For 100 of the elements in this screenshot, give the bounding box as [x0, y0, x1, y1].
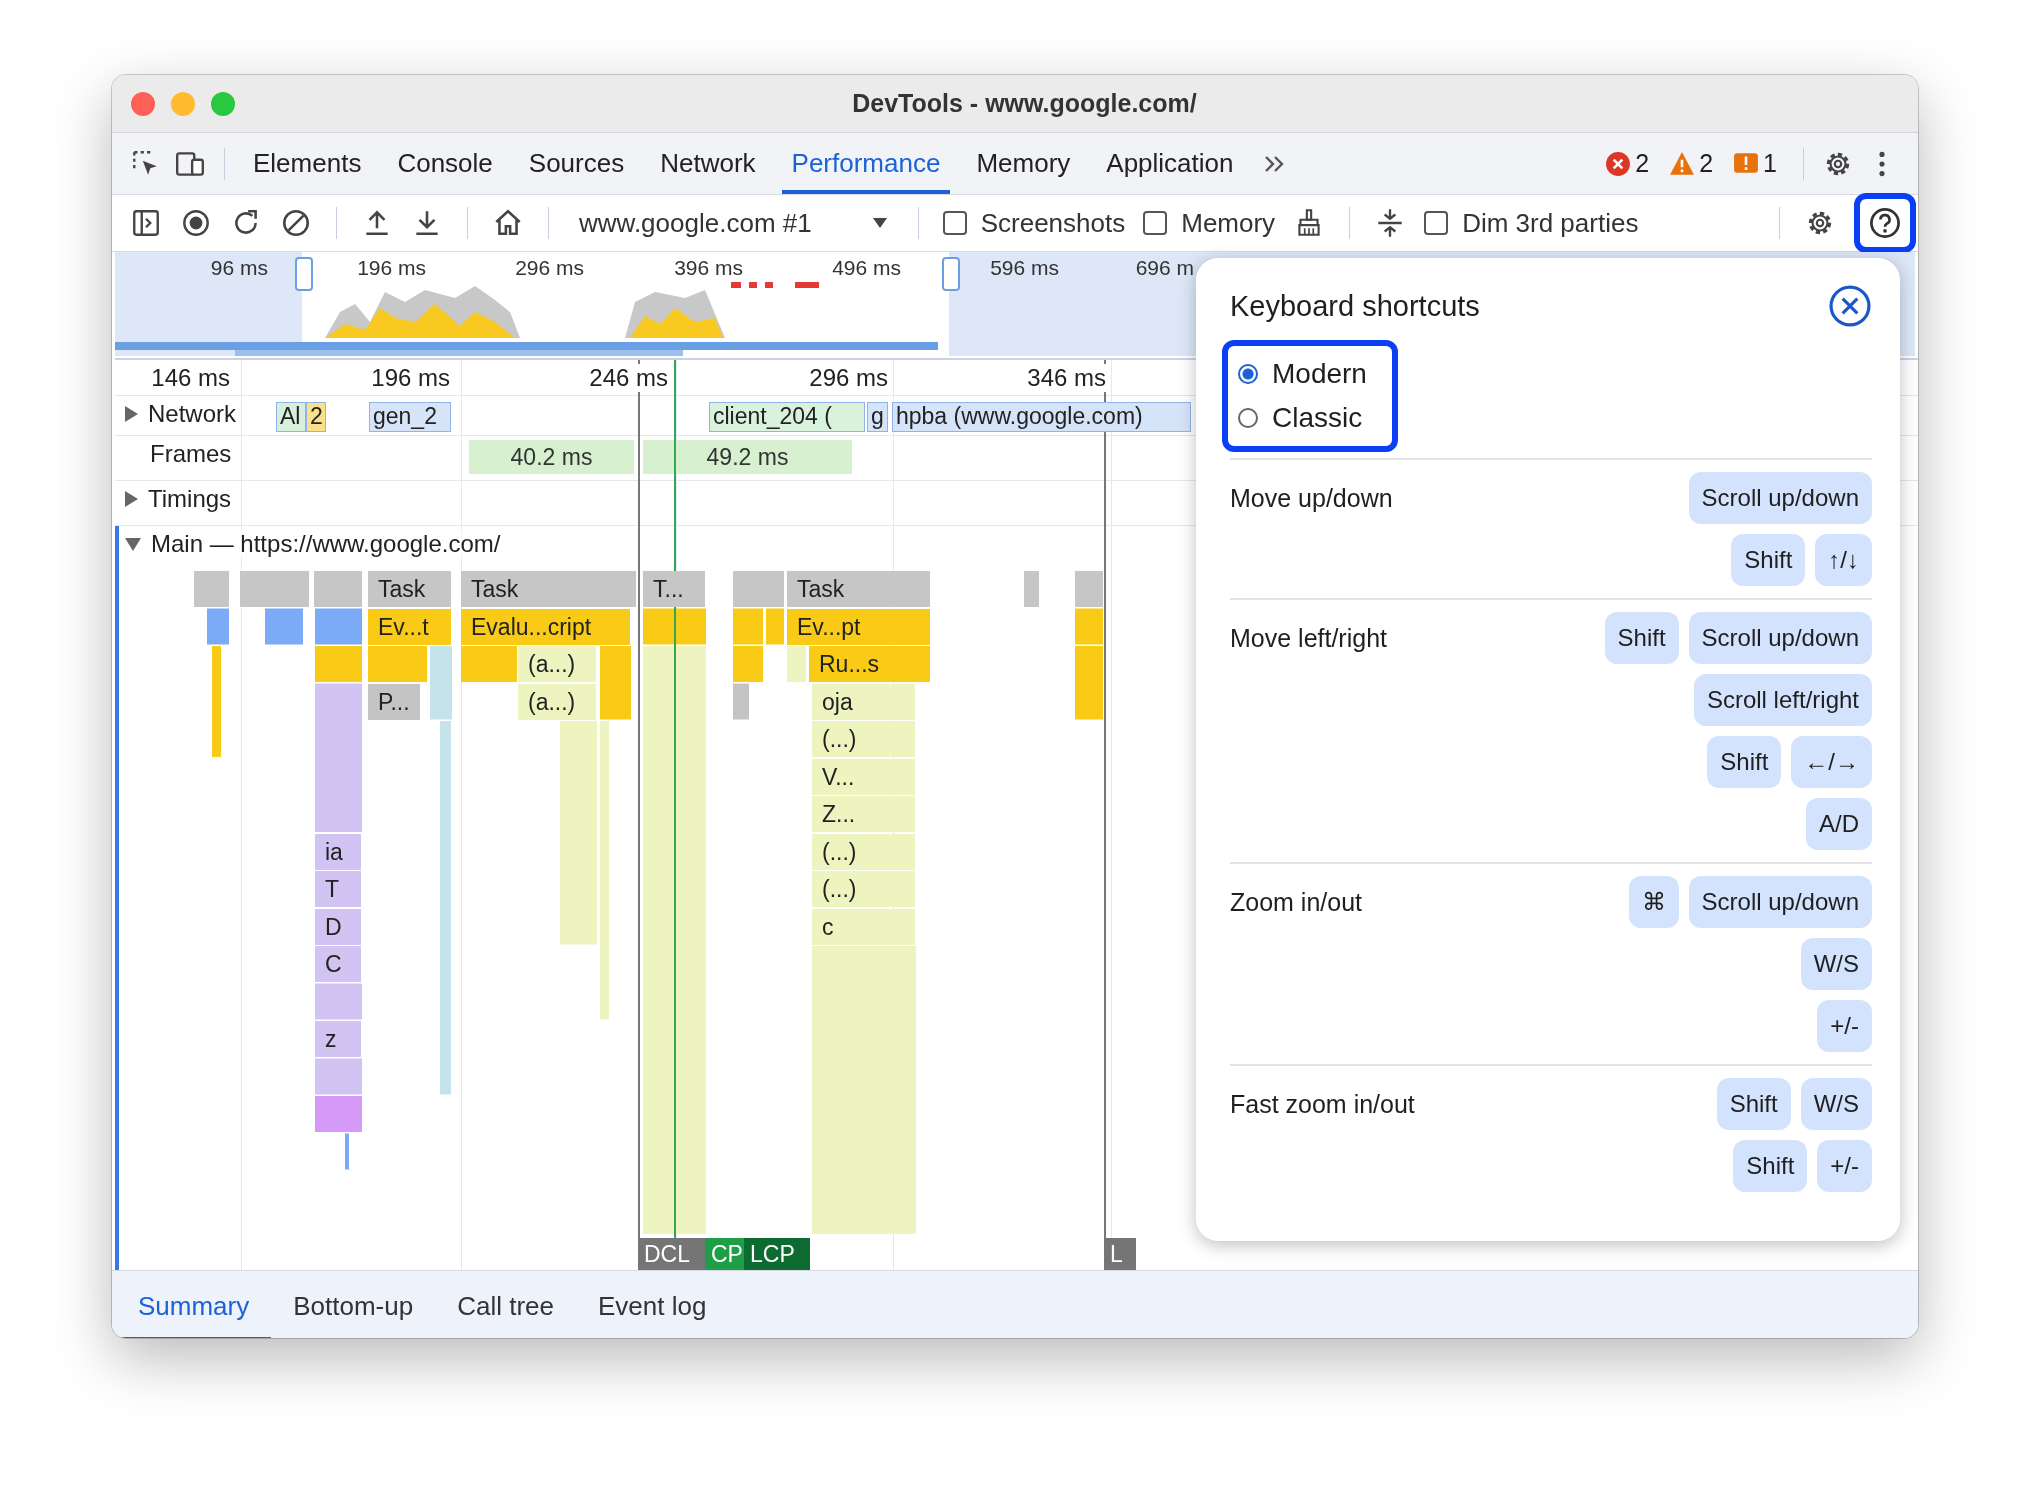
overview-tick-label: 596 ms [990, 256, 1059, 280]
key-label: ←/→ [1791, 736, 1872, 788]
flame-chart-entry[interactable]: Z... [812, 796, 915, 832]
flame-bar[interactable] [315, 983, 362, 1020]
details-tab[interactable]: Bottom-up [271, 1271, 436, 1338]
key-label: +/- [1817, 1140, 1872, 1192]
network-request-bar[interactable]: 2 [306, 402, 326, 432]
issue-count[interactable]: 1 [1763, 149, 1777, 178]
mode-radio[interactable]: Classic [1238, 396, 1392, 440]
shortcut-action: Move up/down [1230, 483, 1393, 514]
flame-bar[interactable] [643, 608, 706, 645]
flame-bar[interactable] [265, 608, 303, 645]
flame-chart-entry[interactable]: (a...) [518, 683, 596, 720]
flame-bar[interactable] [766, 608, 784, 645]
flame-bar[interactable] [345, 1133, 349, 1170]
panel-tab[interactable]: Memory [966, 133, 1081, 194]
sidebar-toggle-icon[interactable] [130, 207, 162, 239]
flame-chart-entry[interactable]: P... [368, 683, 420, 720]
flame-chart-entry[interactable]: Task [368, 571, 451, 607]
error-icon [1605, 150, 1632, 177]
flame-bar[interactable] [207, 608, 229, 645]
flame-bar[interactable] [643, 646, 706, 1234]
flame-chart-entry[interactable]: Ev...t [368, 608, 451, 645]
key-label: +/- [1817, 1000, 1872, 1052]
key-label: ⌘ [1628, 876, 1679, 928]
timing-marker[interactable]: DCL [638, 1238, 705, 1270]
key-label: ↑/↓ [1815, 534, 1872, 586]
panel-tab[interactable]: Sources [518, 133, 635, 194]
details-tab[interactable]: Summary [116, 1271, 272, 1338]
range-handle[interactable] [942, 257, 960, 291]
frame-bar[interactable]: 40.2 ms [469, 440, 634, 474]
issue-count[interactable]: 2 [1699, 149, 1714, 178]
flame-bar[interactable] [315, 1058, 362, 1095]
flame-chart-entry[interactable]: Ev...pt [787, 608, 930, 645]
flame-chart-entry[interactable]: (...) [812, 833, 915, 870]
minimize-window-button[interactable] [171, 91, 195, 116]
flame-chart-entry[interactable]: Task [787, 571, 930, 607]
flame-chart-entry[interactable]: Task [461, 571, 636, 607]
recording-select[interactable]: www.google.com #1 [573, 207, 894, 239]
panel-tab[interactable]: Console [387, 133, 503, 194]
flame-chart-entry[interactable]: T [315, 871, 361, 907]
details-tab[interactable]: Call tree [435, 1271, 577, 1338]
flame-chart-entry[interactable]: ia [315, 833, 361, 870]
flame-bar[interactable] [733, 608, 763, 645]
frame-bar[interactable]: 49.2 ms [643, 440, 852, 474]
flame-chart-entry[interactable]: (...) [812, 721, 915, 757]
checkbox-option[interactable]: Dim 3rd parties [1424, 207, 1639, 239]
key-label: Scroll up/down [1688, 876, 1872, 928]
network-request-bar[interactable]: client_204 ( [709, 402, 865, 432]
close-window-button[interactable] [131, 91, 155, 116]
key-label: Shift [1707, 736, 1782, 788]
network-request-bar[interactable]: g [867, 402, 888, 432]
flame-chart-entry[interactable]: (a...) [518, 646, 596, 682]
timing-marker[interactable]: LCP [744, 1238, 810, 1270]
shortcut-action: Move left/right [1230, 623, 1387, 654]
panel-tab[interactable]: Network [650, 133, 766, 194]
clear-icon[interactable] [280, 207, 312, 239]
overview-tick-label: 296 ms [515, 256, 584, 280]
network-request-bar[interactable]: gen_2 [369, 402, 451, 432]
help-button[interactable] [1854, 193, 1916, 253]
flame-bar[interactable] [1075, 608, 1103, 645]
key-label: Shift [1733, 1140, 1808, 1192]
shortcut-action: Zoom in/out [1230, 887, 1362, 918]
overview-tick-label: 96 ms [210, 256, 268, 280]
record-icon[interactable] [180, 207, 212, 239]
key-label: A/D [1806, 798, 1872, 850]
panel-tab[interactable]: Application [1096, 133, 1244, 194]
mode-radio[interactable]: Modern [1238, 352, 1392, 396]
warning-icon [1669, 150, 1696, 177]
overview-tick-label: 196 ms [357, 256, 426, 280]
flame-chart-entry[interactable]: C [315, 946, 361, 982]
network-request-bar[interactable]: hpba (www.google.com) [892, 402, 1191, 432]
range-handle[interactable] [295, 257, 313, 291]
flame-chart-entry[interactable]: c [812, 908, 915, 945]
flame-chart-entry[interactable]: (...) [812, 871, 915, 907]
flame-chart-entry[interactable]: Evalu...cript [461, 608, 630, 645]
checkbox-option[interactable]: Screenshots [942, 207, 1126, 239]
flame-chart-entry[interactable]: Ru...s [809, 646, 930, 682]
flame-chart-entry[interactable]: z [315, 1021, 361, 1057]
flame-bar[interactable] [733, 683, 749, 720]
details-tab[interactable]: Event log [576, 1271, 729, 1338]
flame-chart-entry[interactable]: V... [812, 758, 915, 795]
checkbox-option[interactable]: Memory [1143, 207, 1276, 239]
dialog-title: Keyboard shortcuts [1230, 289, 1480, 323]
flame-chart-entry[interactable]: T... [643, 571, 705, 607]
panel-tab[interactable]: Elements [243, 133, 372, 194]
key-label: W/S [1800, 938, 1872, 990]
flame-bar[interactable] [315, 608, 362, 645]
caret-icon [871, 217, 888, 229]
timing-marker[interactable]: L [1104, 1238, 1136, 1270]
flame-chart-entry[interactable]: oja [812, 683, 915, 720]
key-label: Scroll up/down [1688, 612, 1872, 664]
network-request-bar[interactable]: Al [276, 402, 306, 432]
overview-tick-label: 396 ms [674, 256, 743, 280]
zoom-window-button[interactable] [211, 91, 235, 116]
key-label: W/S [1800, 1078, 1872, 1130]
issue-count[interactable]: 2 [1635, 149, 1650, 178]
close-icon[interactable] [1828, 284, 1872, 328]
overview-tick-label: 696 m [1135, 256, 1194, 280]
flame-chart-entry[interactable]: D [315, 908, 361, 945]
